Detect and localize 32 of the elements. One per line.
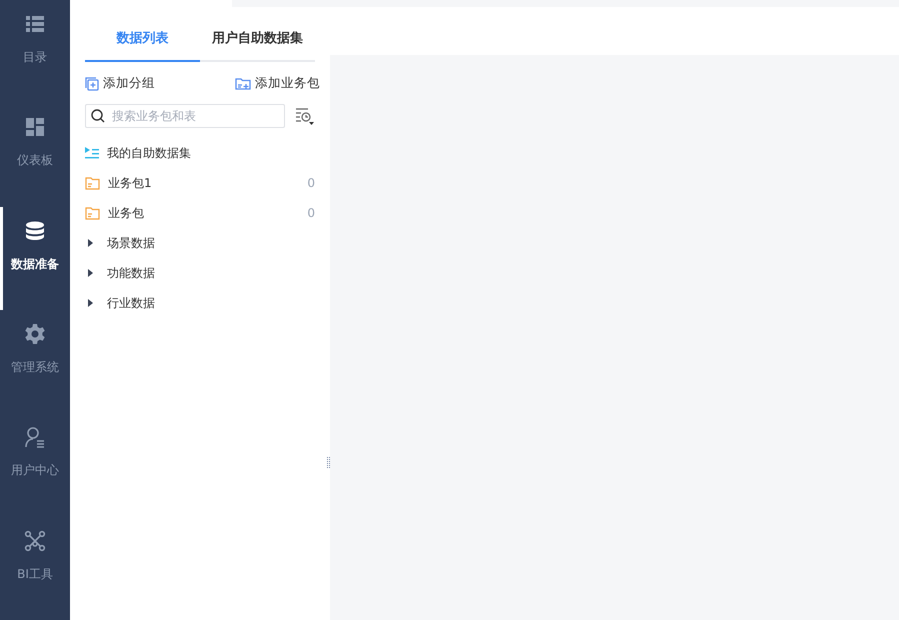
- settings-icon: [24, 322, 46, 345]
- add-button[interactable]: 添加分组: [85, 75, 155, 92]
- user-icon: [24, 426, 46, 448]
- dashboard-icon: [24, 116, 46, 138]
- tree-item[interactable]: 场景数据: [85, 228, 315, 258]
- tree-item[interactable]: 功能数据: [85, 258, 315, 288]
- sidebar-item[interactable]: 数据准备: [0, 206, 67, 310]
- tab[interactable]: 用户自助数据集: [200, 23, 315, 62]
- tree-item[interactable]: 我的自助数据集: [85, 138, 315, 168]
- add-button[interactable]: 添加业务包: [235, 75, 320, 92]
- tree-item[interactable]: 业务包 0: [85, 198, 315, 228]
- tree-item[interactable]: 业务包1 0: [85, 168, 315, 198]
- tab[interactable]: 数据列表: [85, 23, 200, 62]
- item-count: 0: [307, 176, 315, 190]
- folder-icon: [85, 206, 100, 220]
- dataset-icon: [85, 146, 99, 160]
- sidebar-item[interactable]: 用户中心: [0, 413, 67, 517]
- sidebar-item[interactable]: BI工具: [0, 516, 67, 620]
- database-icon: [24, 220, 46, 242]
- item-count: 0: [307, 206, 315, 220]
- search-field[interactable]: 搜索业务包和表: [85, 104, 285, 128]
- add-folder-icon: [235, 76, 251, 90]
- sidebar-item[interactable]: 仪表板: [0, 103, 67, 207]
- sidebar-item[interactable]: 目录: [0, 0, 67, 104]
- filter-icon[interactable]: [295, 107, 315, 125]
- add-group-icon: [85, 76, 99, 90]
- list-icon: [24, 13, 46, 35]
- search-icon: [91, 109, 105, 123]
- tree-item[interactable]: 行业数据: [85, 288, 315, 318]
- folder-icon: [85, 176, 100, 190]
- sidebar-item[interactable]: 管理系统: [0, 310, 67, 414]
- network-icon: [24, 530, 46, 552]
